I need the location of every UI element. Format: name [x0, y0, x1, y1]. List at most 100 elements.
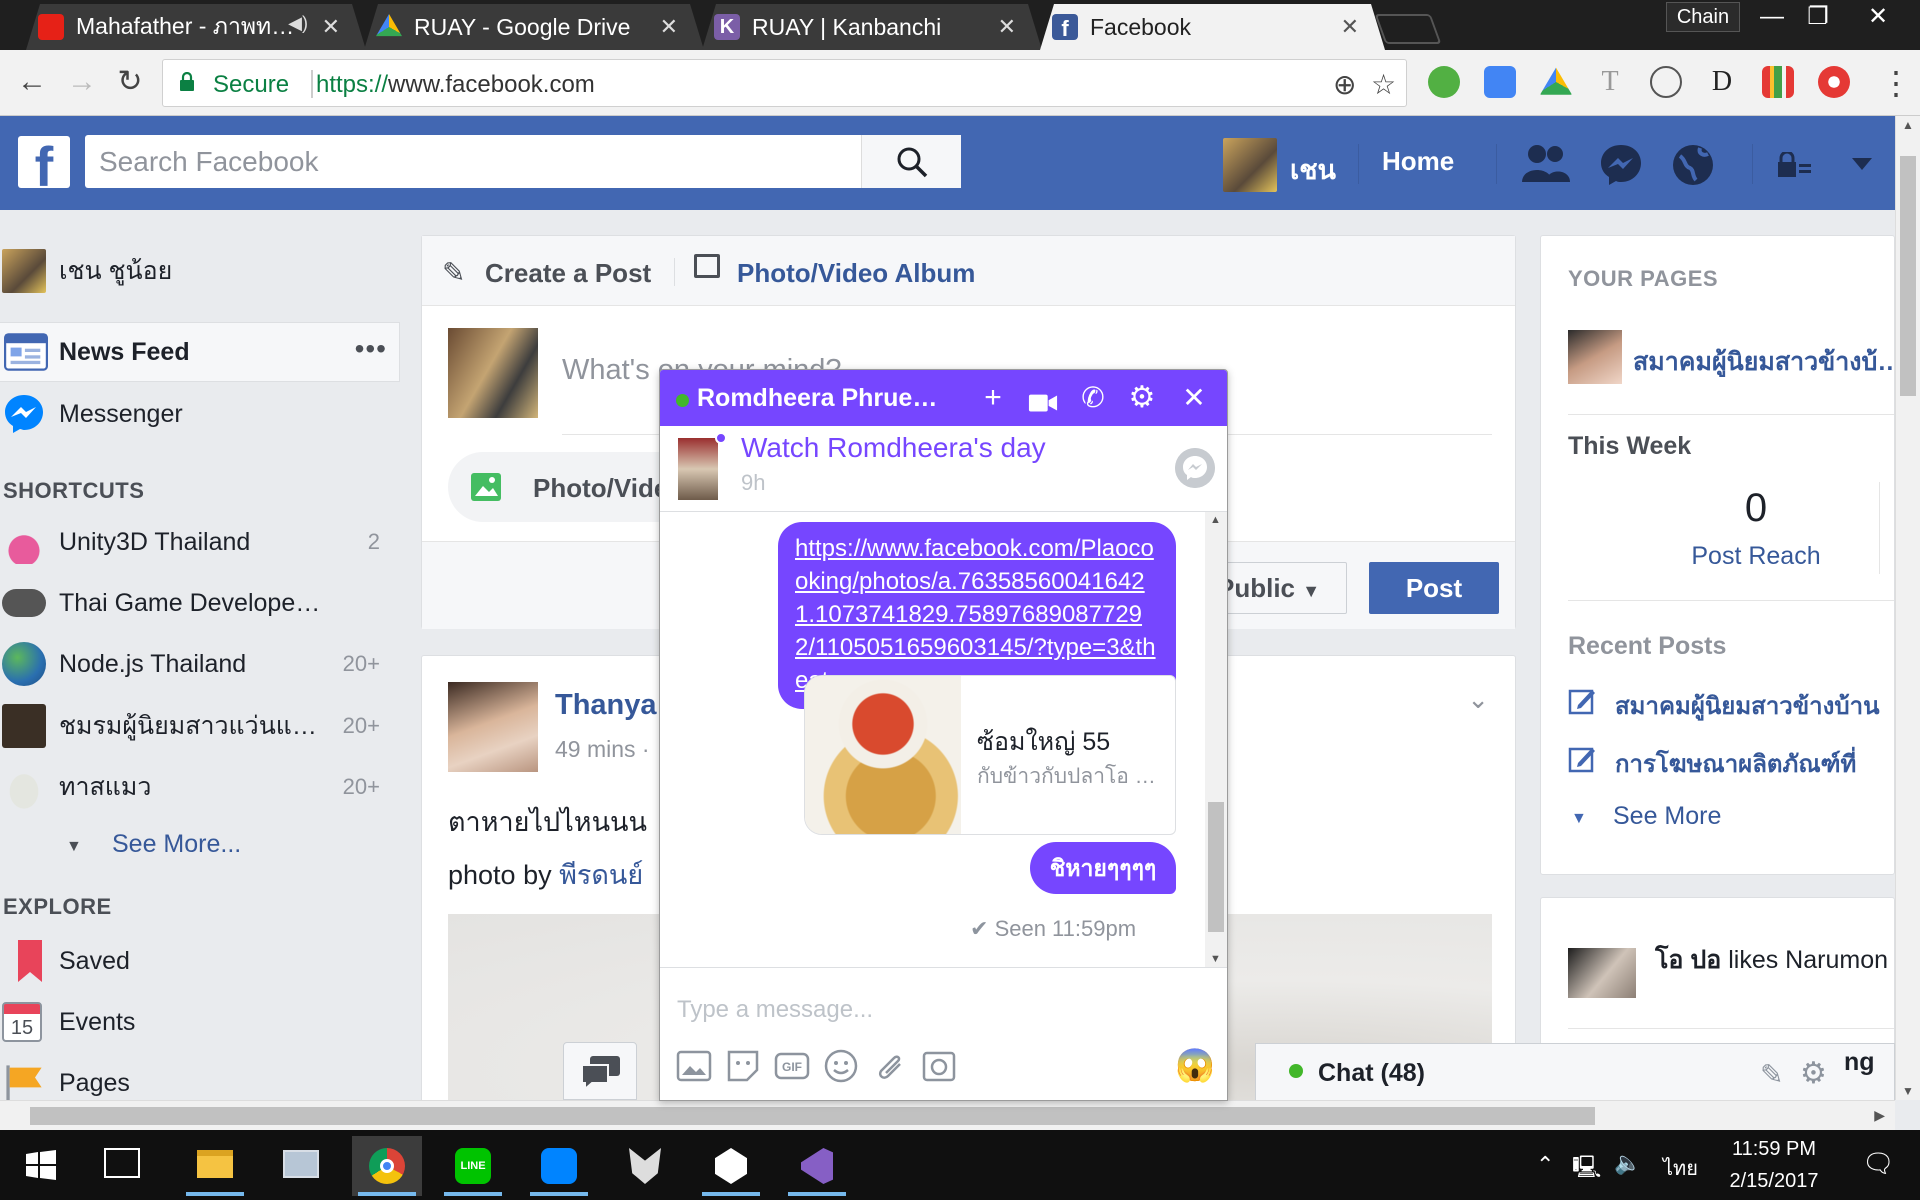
input-language[interactable]: ไทย — [1663, 1152, 1698, 1184]
quick-reaction-emoji-icon[interactable]: 😱 — [1175, 1046, 1215, 1084]
close-icon[interactable]: ✕ — [1179, 384, 1209, 414]
create-post-tab[interactable]: Create a Post — [485, 258, 651, 289]
home-link[interactable]: Home — [1382, 146, 1454, 177]
video-call-icon[interactable] — [1028, 388, 1058, 418]
credit-link[interactable]: พีรดนย์ — [559, 860, 643, 890]
link-preview-card[interactable]: ซ้อมใหญ่ 55 กับข้าวกับปลาโอ P… — [804, 675, 1176, 835]
scroll-down-icon[interactable]: ▼ — [1210, 953, 1221, 965]
reload-icon[interactable]: ↻ — [110, 62, 150, 102]
browser-tab-kanbanchi[interactable]: K RUAY | Kanbanchi ✕ — [702, 4, 1042, 50]
this-pc-app[interactable] — [266, 1136, 336, 1196]
avatar[interactable] — [1568, 948, 1636, 998]
page-vertical-scrollbar[interactable]: ▲ ▼ — [1895, 116, 1920, 1100]
unity-app[interactable] — [696, 1136, 766, 1196]
extension-red-icon[interactable] — [1818, 66, 1850, 98]
close-tab-icon[interactable]: ✕ — [660, 14, 678, 40]
sticker-icon[interactable] — [725, 1048, 761, 1084]
comment-bubble-button[interactable] — [563, 1042, 637, 1100]
chrome-menu-icon[interactable]: ⋮ — [1880, 64, 1912, 102]
url-text[interactable]: https://www.facebook.com — [316, 71, 595, 99]
extension-t-icon[interactable]: T — [1594, 66, 1626, 98]
close-tab-icon[interactable]: ✕ — [998, 14, 1016, 40]
extension-d-icon[interactable]: D — [1706, 66, 1738, 98]
gitkraken-app[interactable] — [610, 1136, 680, 1196]
extension-drive-icon[interactable] — [1540, 67, 1572, 95]
avatar[interactable] — [1223, 138, 1277, 192]
ticker-story[interactable]: โอ ปอ likes Narumon — [1655, 940, 1894, 980]
visual-studio-app[interactable] — [782, 1136, 852, 1196]
messenger-day-story[interactable]: Watch Romdheera's day 9h — [660, 426, 1227, 512]
scroll-down-icon[interactable]: ▼ — [1902, 1084, 1914, 1098]
settings-gear-icon[interactable]: ⚙ — [1127, 383, 1157, 414]
chevron-down-icon[interactable]: ⌄ — [1467, 684, 1489, 715]
compose-icon[interactable]: ✎ — [1760, 1058, 1783, 1091]
avatar[interactable] — [448, 682, 538, 772]
profile-link[interactable]: เชน — [1290, 148, 1336, 191]
settings-gear-icon[interactable]: ⚙ — [1800, 1056, 1827, 1091]
search-input[interactable] — [99, 146, 899, 178]
chat-scrollbar[interactable]: ▲ ▼ — [1205, 512, 1227, 967]
zoom-icon[interactable]: ⊕ — [1333, 68, 1356, 101]
close-tab-icon[interactable]: ✕ — [322, 14, 340, 40]
sidebar-item-shortcut[interactable]: ชมรมผู้นิยมสาวแว่นแห่… 20+ — [0, 698, 400, 754]
facebook-logo[interactable]: f — [18, 136, 70, 188]
sidebar-item-shortcut[interactable]: Unity3D Thailand 2 — [0, 514, 400, 570]
sidebar-item-shortcut[interactable]: ทาสแมว 20+ — [0, 759, 400, 815]
scroll-right-icon[interactable]: ▶ — [1874, 1107, 1885, 1124]
avatar[interactable] — [1568, 330, 1622, 384]
sidebar-item-news-feed[interactable]: News Feed ••• — [0, 322, 400, 382]
attachment-icon[interactable] — [872, 1048, 908, 1084]
chrome-app[interactable] — [352, 1136, 422, 1196]
sidebar-item-shortcut[interactable]: Node.js Thailand 20+ — [0, 636, 400, 692]
line-app[interactable]: LINE — [438, 1136, 508, 1196]
message-link[interactable]: https://www.facebook.com/Plaocooking/pho… — [795, 535, 1156, 694]
message-input[interactable] — [677, 996, 1157, 1024]
page-link[interactable]: สมาคมผู้นิยมสาวข้างบ้าน — [1633, 342, 1894, 382]
browser-tab-drive[interactable]: RUAY - Google Drive ✕ — [364, 4, 704, 50]
phone-icon[interactable]: ✆ — [1078, 384, 1108, 414]
scroll-up-icon[interactable]: ▲ — [1210, 514, 1221, 526]
action-center-icon[interactable]: 🗨 — [1862, 1148, 1895, 1179]
add-person-icon[interactable]: + — [978, 383, 1008, 414]
bookmark-star-icon[interactable]: ☆ — [1371, 68, 1396, 101]
scrollbar-thumb[interactable] — [30, 1107, 1595, 1125]
contact-name[interactable]: Romdheera Phrue… — [697, 384, 967, 413]
account-menu-icon[interactable] — [1850, 156, 1874, 172]
post-button[interactable]: Post — [1369, 562, 1499, 614]
messenger-app[interactable] — [524, 1136, 594, 1196]
chat-sidebar-bar[interactable]: Chat (48) ✎ ⚙ ng — [1255, 1043, 1895, 1100]
photo-icon[interactable] — [676, 1048, 712, 1084]
post-timestamp[interactable]: 49 mins · — [555, 736, 650, 763]
friend-requests-icon[interactable] — [1520, 142, 1572, 184]
profile-button[interactable]: Chain — [1666, 2, 1740, 32]
chat-window-header[interactable]: Romdheera Phrue… + ✆ ⚙ ✕ — [660, 370, 1227, 426]
sidebar-item-profile[interactable]: เชน ชูน้อย — [0, 243, 400, 299]
extension-translate-icon[interactable] — [1484, 66, 1516, 98]
see-more-link[interactable]: See More... — [112, 830, 241, 859]
post-reach-link[interactable]: Post Reach — [1661, 542, 1851, 571]
notifications-globe-icon[interactable] — [1670, 142, 1716, 188]
sidebar-item-events[interactable]: 15 Events — [0, 994, 400, 1050]
windows-start-icon[interactable] — [26, 1150, 56, 1180]
clock-date[interactable]: 2/15/2017 — [1724, 1170, 1824, 1193]
sidebar-item-saved[interactable]: Saved — [0, 933, 400, 989]
messenger-icon[interactable] — [1598, 142, 1644, 188]
emoji-icon[interactable] — [823, 1048, 859, 1084]
camera-icon[interactable] — [921, 1048, 957, 1084]
task-view-icon[interactable] — [104, 1148, 140, 1178]
search-button[interactable] — [861, 135, 961, 188]
volume-icon[interactable]: 🔈 — [1614, 1150, 1641, 1176]
more-options-icon[interactable]: ••• — [355, 333, 387, 365]
address-bar[interactable]: Secure https://www.facebook.com ⊕ ☆ — [162, 59, 1407, 107]
gif-icon[interactable]: GIF — [774, 1048, 810, 1084]
browser-tab-facebook[interactable]: f Facebook ✕ — [1040, 4, 1385, 50]
page-horizontal-scrollbar[interactable]: ▶ — [0, 1100, 1895, 1130]
back-icon[interactable]: ← — [12, 62, 52, 102]
see-more-link[interactable]: See More — [1613, 802, 1721, 831]
scroll-up-icon[interactable]: ▲ — [1902, 118, 1914, 132]
minimize-icon[interactable]: — — [1746, 2, 1798, 34]
forward-icon[interactable]: → — [62, 62, 102, 102]
restore-icon[interactable]: ❐ — [1792, 2, 1844, 34]
apps-grid-icon[interactable] — [1762, 66, 1794, 98]
file-explorer-app[interactable] — [180, 1136, 250, 1196]
